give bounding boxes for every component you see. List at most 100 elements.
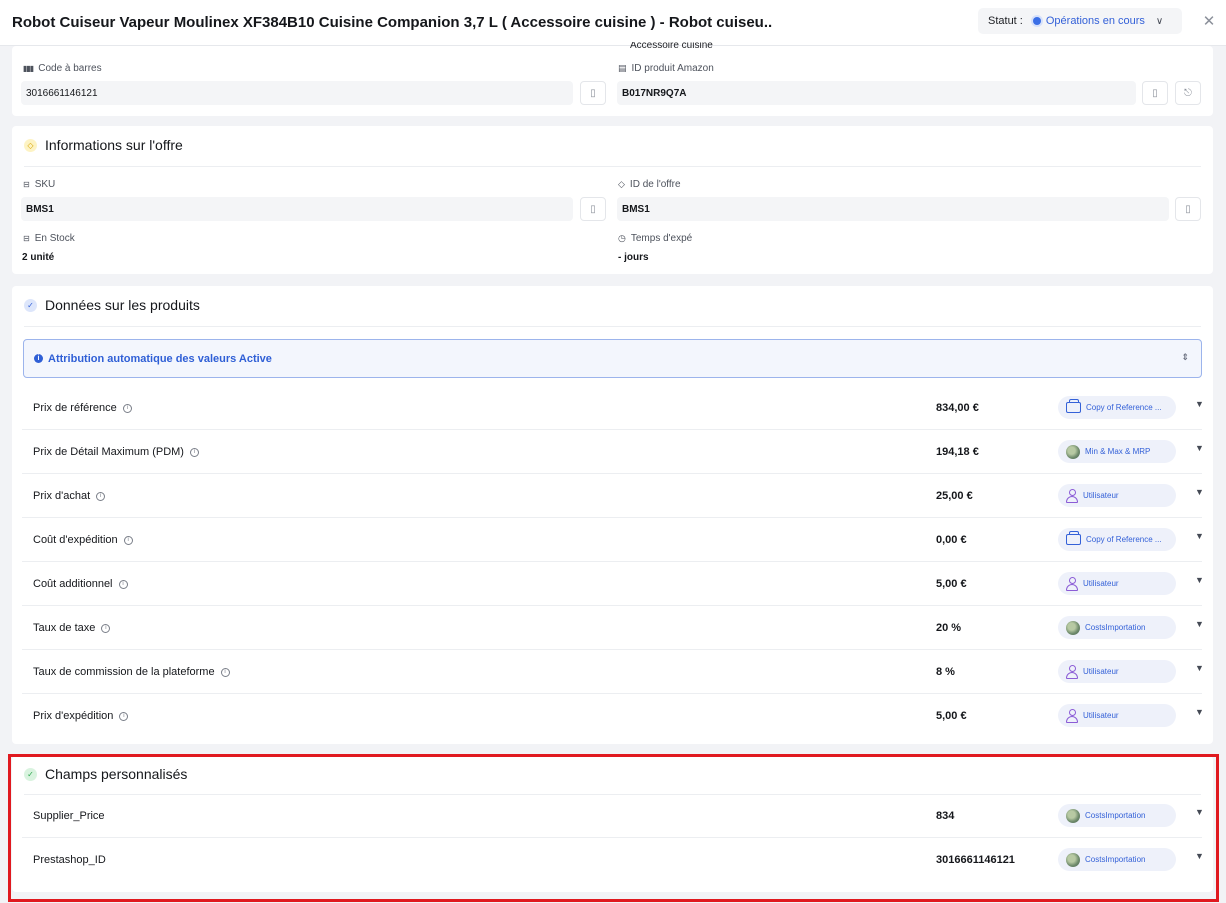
status-value: Opérations en cours bbox=[1045, 15, 1145, 27]
source-label: CostsImportation bbox=[1085, 811, 1146, 820]
info-icon[interactable]: i bbox=[122, 403, 132, 413]
row-value: 3016661146121 bbox=[936, 854, 1015, 866]
auto-attribution-banner[interactable]: i Attribution automatique des valeurs Ac… bbox=[23, 339, 1202, 378]
info-icon[interactable]: i bbox=[189, 447, 199, 457]
row-label-text: Prix de référence bbox=[33, 402, 117, 414]
info-icon[interactable]: i bbox=[220, 667, 230, 677]
caret-down-icon[interactable]: ▼ bbox=[1195, 399, 1204, 409]
globe-icon bbox=[1066, 620, 1080, 635]
divider bbox=[24, 326, 1201, 327]
row-label: Supplier_Price bbox=[33, 810, 105, 822]
data-row: Prix d'achat i 25,00 € Utilisateur ▼ bbox=[22, 474, 1204, 518]
user-icon bbox=[1066, 577, 1078, 591]
info-icon[interactable]: i bbox=[119, 711, 129, 721]
open-link-button[interactable]: ⎋ bbox=[1175, 81, 1201, 105]
info-icon: i bbox=[34, 354, 43, 363]
copy-offer-id-button[interactable]: ▯ bbox=[1175, 197, 1201, 221]
row-value: 194,18 € bbox=[936, 446, 979, 458]
product-data-card: ✓ Données sur les produits i Attribution… bbox=[12, 286, 1213, 744]
globe-icon bbox=[1066, 808, 1080, 823]
row-label: Prix d'expédition i bbox=[33, 710, 129, 722]
row-label: Taux de taxe i bbox=[33, 622, 111, 634]
source-select[interactable]: Min & Max & MRP bbox=[1058, 440, 1176, 463]
info-icon[interactable]: i bbox=[123, 535, 133, 545]
data-row: Prix de référence i 834,00 € Copy of Refere… bbox=[22, 386, 1204, 430]
source-label: Utilisateur bbox=[1083, 491, 1119, 500]
caret-down-icon[interactable]: ▼ bbox=[1195, 619, 1204, 629]
offer-id-field[interactable]: BMS1 bbox=[617, 197, 1169, 221]
row-label-text: Prix de Détail Maximum (PDM) bbox=[33, 446, 184, 458]
source-label: CostsImportation bbox=[1085, 623, 1146, 632]
source-select[interactable]: Utilisateur bbox=[1058, 572, 1176, 595]
check-circle-icon: ✓ bbox=[24, 298, 37, 312]
caret-down-icon[interactable]: ▼ bbox=[1195, 575, 1204, 585]
source-label: Copy of Reference ... bbox=[1086, 535, 1162, 544]
row-value: 5,00 € bbox=[936, 710, 967, 722]
user-icon bbox=[1066, 489, 1078, 503]
caret-down-icon[interactable]: ▼ bbox=[1195, 443, 1204, 453]
product-data-title: ✓ Données sur les produits bbox=[24, 297, 200, 313]
data-row: Prix d'expédition i 5,00 € Utilisateur ▼ bbox=[22, 694, 1204, 738]
row-label-text: Supplier_Price bbox=[33, 810, 105, 822]
source-select[interactable]: CostsImportation bbox=[1058, 616, 1176, 639]
lock-icon: ⊟ bbox=[23, 180, 30, 189]
copy-icon: ▯ bbox=[1152, 87, 1158, 99]
amazon-id-field[interactable]: B017NR9Q7A bbox=[617, 81, 1136, 105]
row-value: 20 % bbox=[936, 622, 962, 634]
row-label: Prestashop_ID bbox=[33, 854, 106, 866]
source-select[interactable]: Copy of Reference ... bbox=[1058, 528, 1176, 551]
caret-down-icon[interactable]: ▼ bbox=[1195, 807, 1204, 817]
row-label: Coût additionnel i bbox=[33, 578, 128, 590]
source-select[interactable]: Utilisateur bbox=[1058, 484, 1176, 507]
info-icon[interactable]: i bbox=[118, 579, 128, 589]
source-select[interactable]: Utilisateur bbox=[1058, 660, 1176, 683]
globe-icon bbox=[1066, 444, 1080, 459]
barcode-field[interactable]: 3016661146121 bbox=[21, 81, 573, 105]
row-label-text: Coût d'expédition bbox=[33, 534, 118, 546]
source-label: Min & Max & MRP bbox=[1085, 447, 1151, 456]
offer-info-title: ◇ Informations sur l'offre bbox=[24, 137, 183, 153]
row-label: Prix de référence i bbox=[33, 402, 132, 414]
barcode-icon: ▮▮▮ bbox=[23, 64, 34, 73]
row-label-text: Prix d'achat bbox=[33, 490, 91, 502]
source-select[interactable]: Copy of Reference ... bbox=[1058, 396, 1176, 419]
row-value: 0,00 € bbox=[936, 534, 967, 546]
stock-value: 2 unité bbox=[22, 252, 55, 263]
stock-label: ⊟ En Stock bbox=[23, 233, 75, 244]
box-icon: ⊟ bbox=[23, 234, 30, 243]
expand-toggle-icon[interactable]: ⇕ bbox=[1181, 352, 1189, 363]
row-value: 834 bbox=[936, 810, 955, 822]
copy-icon: ▯ bbox=[590, 203, 596, 215]
copy-barcode-button[interactable]: ▯ bbox=[580, 81, 606, 105]
data-row: Prestashop_ID 3016661146121 CostsImportati… bbox=[22, 838, 1204, 882]
source-select[interactable]: CostsImportation bbox=[1058, 804, 1176, 827]
row-label: Coût d'expédition i bbox=[33, 534, 133, 546]
caret-down-icon[interactable]: ▼ bbox=[1195, 487, 1204, 497]
copy-reference-icon bbox=[1066, 399, 1081, 413]
source-label: CostsImportation bbox=[1085, 855, 1146, 864]
status-select[interactable]: Statut : Opérations en cours ∨ bbox=[978, 8, 1182, 34]
copy-sku-button[interactable]: ▯ bbox=[580, 197, 606, 221]
row-label: Prix d'achat i bbox=[33, 490, 106, 502]
caret-down-icon[interactable]: ▼ bbox=[1195, 531, 1204, 541]
status-label: Statut : bbox=[988, 15, 1023, 27]
sku-label: ⊟ SKU bbox=[23, 179, 56, 190]
status-dot-icon bbox=[1032, 17, 1041, 25]
sku-field[interactable]: BMS1 bbox=[21, 197, 573, 221]
modal-header: Robot Cuiseur Vapeur Moulinex XF384B10 C… bbox=[0, 0, 1226, 46]
source-select[interactable]: CostsImportation bbox=[1058, 848, 1176, 871]
close-icon[interactable]: ✕ bbox=[1200, 12, 1218, 30]
row-value: 834,00 € bbox=[936, 402, 979, 414]
copy-amazon-id-button[interactable]: ▯ bbox=[1142, 81, 1168, 105]
caret-down-icon[interactable]: ▼ bbox=[1195, 663, 1204, 673]
info-icon[interactable]: i bbox=[101, 623, 111, 633]
source-select[interactable]: Utilisateur bbox=[1058, 704, 1176, 727]
caret-down-icon[interactable]: ▼ bbox=[1195, 851, 1204, 861]
auto-attribution-text: Attribution automatique des valeurs Acti… bbox=[48, 352, 272, 365]
truncated-category-text: Accessoire cuisine bbox=[630, 42, 713, 49]
shipping-time-label: ◷ Temps d'expé bbox=[618, 233, 693, 244]
info-icon[interactable]: i bbox=[96, 491, 106, 501]
caret-down-icon[interactable]: ▼ bbox=[1195, 707, 1204, 717]
barcode-label: ▮▮▮ Code à barres bbox=[23, 63, 102, 74]
tag-icon: ◇ bbox=[24, 138, 37, 152]
